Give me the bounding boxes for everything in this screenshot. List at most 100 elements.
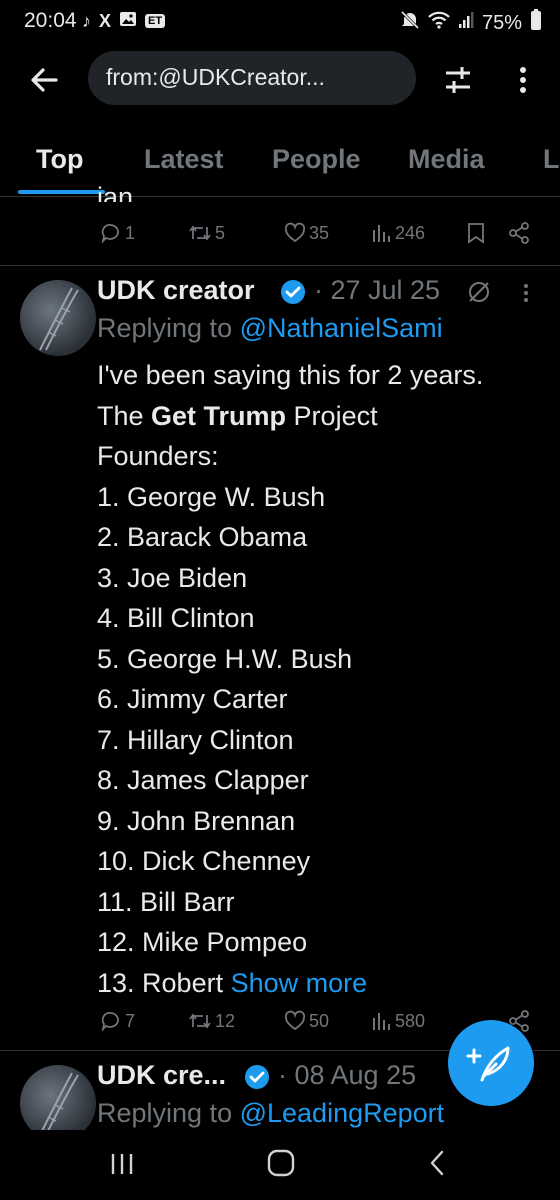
tiktok-icon: ♪ [82, 11, 91, 31]
analytics-icon [373, 1013, 390, 1030]
repost-button[interactable]: 5 [188, 222, 225, 244]
tweet-line: I've been saying this for 2 years. [97, 360, 484, 390]
author-name[interactable]: UDK cre... [97, 1060, 226, 1091]
prev-tweet-partial-text: jan. [97, 182, 141, 202]
tweet-line-bold: Get Trump [151, 400, 287, 431]
reply-icon [101, 224, 119, 244]
tweet-line: 4. Bill Clinton [97, 603, 255, 633]
tweet-line: 11. Bill Barr [97, 886, 235, 917]
more-vertical-icon [524, 284, 528, 302]
status-bar: 20:04 ♪ X ET 75% [0, 0, 560, 42]
show-more-link[interactable]: Show more [231, 968, 368, 998]
compose-feather-icon [466, 1046, 510, 1082]
mute-icon [400, 10, 420, 36]
reply-button[interactable]: 7 [100, 1010, 135, 1032]
battery-icon [530, 9, 542, 37]
tweet-line-prefix: The [97, 400, 152, 431]
recent-apps-icon [111, 1154, 133, 1174]
reply-icon [101, 1012, 119, 1032]
tab-media[interactable]: Media [408, 144, 485, 175]
heart-icon [284, 1010, 306, 1031]
tweet-line-text: 13. Robert [97, 967, 231, 998]
tweet-line: 8. James Clapper [97, 765, 309, 795]
repost-icon [189, 1013, 211, 1029]
tab-people[interactable]: People [272, 144, 361, 175]
tweet-line: 12. Mike Pompeo [97, 927, 308, 957]
tweet-date[interactable]: · 08 Aug 25 [278, 1060, 416, 1091]
wifi-icon [428, 11, 450, 35]
tab-lists-partial[interactable]: L [543, 144, 560, 175]
heart-icon [284, 222, 306, 243]
tweet-divider [0, 265, 560, 266]
et-icon: ET [145, 14, 166, 28]
android-nav-bar [0, 1130, 560, 1200]
tweet-line: Founders: [97, 441, 219, 471]
arrow-left-icon [31, 68, 58, 92]
tweet-line: 5. George H.W. Bush [97, 643, 353, 674]
avatar-image [41, 1072, 79, 1130]
mention-link[interactable]: @NathanielSami [240, 313, 443, 343]
bookmark-button[interactable] [466, 222, 486, 244]
chevron-left-icon [430, 1150, 444, 1176]
verified-badge-icon [280, 279, 306, 310]
back-button[interactable] [22, 58, 66, 102]
like-count: 35 [309, 222, 330, 243]
tweet-line: 6. Jimmy Carter [97, 684, 288, 714]
battery-text: 75% [481, 11, 522, 34]
compose-post-button[interactable] [448, 1020, 534, 1106]
tab-latest[interactable]: Latest [144, 144, 224, 175]
avatar[interactable] [20, 1065, 96, 1130]
tweet-date[interactable]: · 27 Jul 25 [314, 275, 440, 306]
tab-top[interactable]: Top [36, 144, 83, 175]
tweet-line: 3. Joe Biden [97, 562, 248, 593]
search-query-text: from:@UDKCreator... [106, 64, 325, 90]
avatar[interactable] [20, 280, 96, 356]
repost-count: 5 [215, 222, 226, 243]
replying-to: Replying to @NathanielSami [97, 313, 443, 344]
view-count: 580 [395, 1010, 426, 1031]
mention-link[interactable]: @LeadingReport [240, 1098, 445, 1128]
repost-button[interactable]: 12 [188, 1010, 235, 1032]
share-icon [509, 222, 529, 244]
like-button[interactable]: 35 [284, 222, 329, 244]
sliders-icon [446, 67, 470, 93]
replying-prefix: Replying to [97, 313, 240, 343]
views-button[interactable]: 580 [372, 1010, 425, 1032]
tweet-line: 2. Barack Obama [97, 522, 308, 552]
share-button[interactable] [508, 222, 530, 244]
search-field[interactable]: from:@UDKCreator... [88, 51, 416, 105]
tweet-line-suffix: Project [286, 400, 378, 431]
view-count: 246 [395, 222, 426, 243]
home-icon [267, 1149, 295, 1177]
avatar-image [39, 287, 79, 351]
nav-back-button[interactable] [424, 1148, 450, 1183]
tweet-line: 9. John Brennan [97, 805, 296, 836]
replying-prefix: Replying to [97, 1098, 240, 1128]
reply-button[interactable]: 1 [100, 222, 135, 244]
like-button[interactable]: 50 [284, 1010, 329, 1032]
more-options-button[interactable] [508, 60, 538, 100]
author-name[interactable]: UDK creator [97, 275, 255, 306]
prev-tweet-actions: 1 5 35 246 [0, 222, 560, 252]
repost-count: 12 [215, 1010, 236, 1031]
notification-icons: ♪ X ET [82, 10, 166, 32]
tweet-more-button[interactable] [516, 280, 536, 311]
bookmark-icon [468, 223, 484, 244]
tweet-line-last: 13. Robert Show more [97, 963, 483, 1004]
views-button[interactable]: 246 [372, 222, 425, 244]
like-count: 50 [309, 1010, 330, 1031]
tweet-line: 7. Hillary Clinton [97, 724, 294, 755]
signal-icon [458, 11, 474, 35]
search-tabs: Top Latest People Media L [0, 130, 560, 197]
grok-icon[interactable] [466, 279, 492, 310]
search-filter-button[interactable] [438, 60, 478, 100]
reply-count: 1 [125, 222, 136, 243]
replying-to: Replying to @LeadingReport [97, 1098, 444, 1129]
tweet-line: 10. Dick Chenney [97, 846, 311, 876]
home-button[interactable] [266, 1148, 296, 1183]
system-icons: 75% [400, 9, 542, 37]
tweet-line: 1. George W. Bush [97, 481, 326, 512]
verified-badge-icon [244, 1064, 270, 1095]
reply-count: 7 [125, 1010, 136, 1031]
recent-apps-button[interactable] [108, 1150, 136, 1183]
